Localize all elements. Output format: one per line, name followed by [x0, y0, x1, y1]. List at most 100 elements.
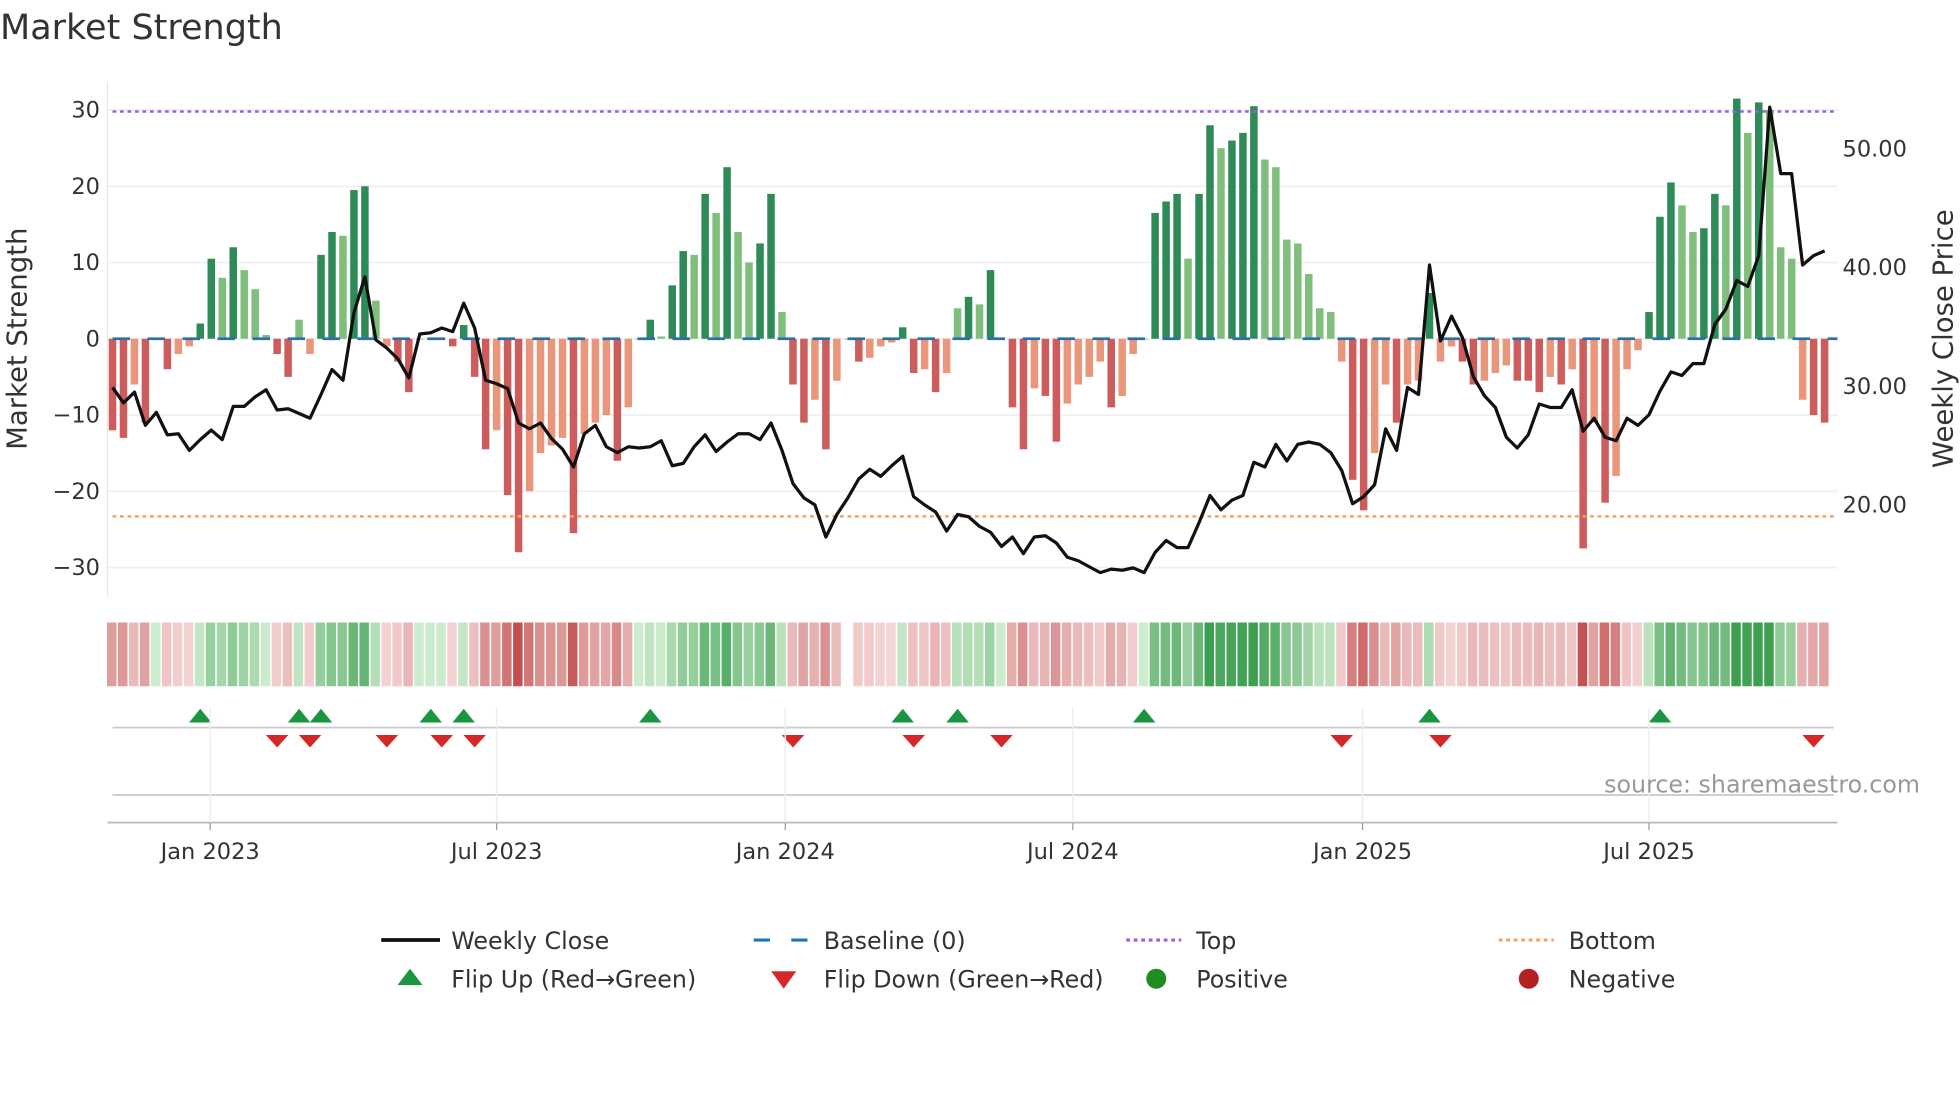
- strip-cell: [1358, 622, 1368, 687]
- negative-bar: [1524, 338, 1533, 381]
- negative-bar: [503, 338, 512, 496]
- negative-bar: [1063, 338, 1072, 404]
- flip-down-marker: [430, 735, 453, 748]
- positive-bar: [1294, 243, 1302, 339]
- positive-bar: [745, 262, 753, 339]
- strip-cell: [1797, 622, 1807, 687]
- strip-cell: [831, 622, 841, 687]
- y-tick-label: −30: [53, 555, 100, 581]
- strip-cell: [666, 622, 677, 687]
- legend-item: Flip Down (Green→Red): [771, 966, 1104, 994]
- strip-cell: [1566, 622, 1577, 687]
- negative-bar: [1568, 338, 1576, 370]
- negative-bar: [1601, 338, 1609, 503]
- strip-cell: [1786, 622, 1796, 687]
- negative-bar: [163, 338, 172, 370]
- negative-bar: [1502, 338, 1511, 366]
- strip-cell: [589, 622, 600, 687]
- negative-bar: [273, 338, 281, 355]
- strip-cell: [1511, 622, 1522, 687]
- negative-bar: [1359, 338, 1368, 511]
- negative-bar: [1381, 338, 1390, 385]
- strip-cell: [326, 622, 337, 687]
- strip-cell: [1599, 622, 1610, 687]
- positive-bar: [679, 251, 687, 339]
- strip-cell: [1632, 622, 1643, 687]
- negative-bar: [536, 338, 545, 454]
- strip-cell: [1325, 622, 1335, 687]
- strip-cell: [1226, 622, 1236, 687]
- positive-bar: [1744, 132, 1752, 339]
- strip-cell: [480, 622, 490, 687]
- x-tick-label: Jul 2025: [1601, 839, 1695, 865]
- strip-cell: [688, 622, 699, 687]
- negative-bar: [624, 338, 633, 408]
- strip-cell: [1270, 622, 1280, 687]
- positive-bar: [317, 254, 325, 339]
- strip-cell: [392, 622, 402, 687]
- strip-cell: [1424, 622, 1434, 687]
- strip-cell: [469, 622, 479, 687]
- strip-cell: [853, 622, 863, 687]
- positive-bar: [1711, 193, 1719, 339]
- strip-cell: [985, 622, 995, 687]
- flip-up-marker: [1132, 708, 1156, 723]
- market-strength-chart: Market Strength 30 20 10 0 −10 −20 −30 50.00 40…: [0, 8, 1960, 994]
- legend-item: Positive: [1146, 966, 1288, 994]
- negative-bar: [1074, 338, 1083, 385]
- strip-cell: [447, 622, 457, 687]
- legend-item: Baseline (0): [753, 927, 966, 955]
- flip-markers: [107, 708, 1838, 824]
- strip-cell: [139, 622, 150, 687]
- strip-cell: [381, 622, 391, 687]
- strip-cell: [1303, 622, 1313, 687]
- positive-bar: [657, 336, 665, 339]
- strip-cell: [194, 622, 205, 687]
- y-tick-label: 0: [86, 326, 100, 352]
- strip-cell: [359, 622, 369, 687]
- strip-cell: [776, 622, 786, 687]
- strip-cell: [897, 622, 907, 687]
- flip-down-marker: [1802, 735, 1825, 748]
- negative-bar: [284, 338, 292, 377]
- positive-bar: [1162, 201, 1170, 339]
- strip-cell: [117, 622, 128, 687]
- strip-cell: [611, 622, 622, 687]
- flip-down-marker: [375, 735, 399, 748]
- flip-down-marker: [902, 735, 925, 748]
- positive-bar: [361, 186, 369, 339]
- strip-cell: [403, 622, 413, 687]
- strip-cell: [546, 622, 556, 687]
- positive-bar: [196, 323, 205, 339]
- flip-down-marker: [298, 735, 322, 748]
- strip-cell: [1522, 622, 1533, 687]
- strip-cell: [1555, 622, 1566, 687]
- positive-bar: [975, 304, 984, 339]
- flip-up-marker: [1648, 708, 1672, 723]
- positive-bar: [723, 167, 731, 339]
- strip-cell: [1193, 622, 1204, 687]
- negative-bar: [931, 338, 940, 393]
- y-axis-label: Market Strength: [1, 228, 33, 450]
- negative-bar: [855, 338, 863, 362]
- strip-cell: [1391, 622, 1401, 687]
- negative-bar: [1809, 338, 1818, 415]
- strip-cell: [1160, 622, 1171, 687]
- positive-bar: [1239, 132, 1247, 339]
- strip-cell: [238, 622, 249, 687]
- negative-bar: [833, 338, 841, 381]
- legend-label: Flip Up (Red→Green): [451, 966, 696, 994]
- flip-down-marker: [1429, 735, 1452, 748]
- strip-cell: [908, 622, 918, 687]
- x-tick-label: Jul 2023: [449, 839, 543, 865]
- negative-bar: [1480, 338, 1489, 381]
- strength-bars: [108, 98, 1829, 553]
- negative-bar: [1513, 338, 1522, 381]
- positive-bar: [1700, 228, 1708, 339]
- strip-cell: [502, 622, 512, 687]
- negative-bar: [481, 338, 490, 450]
- strip-cell: [1402, 622, 1412, 687]
- strip-cell: [1753, 622, 1763, 687]
- positive-bar: [1250, 106, 1258, 339]
- negative-bar: [141, 338, 150, 423]
